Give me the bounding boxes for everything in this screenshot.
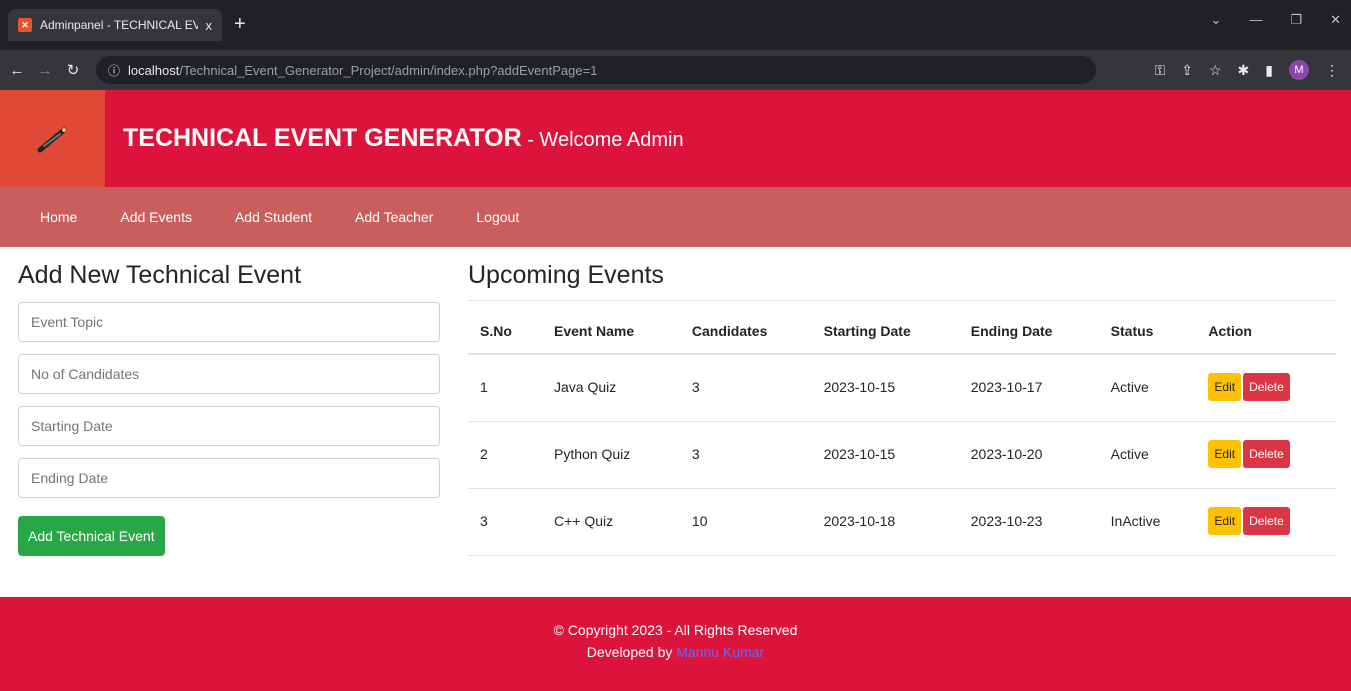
delete-button[interactable]: Delete [1243,440,1290,468]
site-header: TECHNICAL EVENT GENERATOR - Welcome Admi… [0,90,1351,187]
profile-avatar[interactable]: M [1289,60,1309,80]
add-event-form: Add New Technical Event Add Technical Ev… [18,261,440,556]
cell-candidates: 3 [679,354,812,422]
col-action: Action [1196,300,1336,355]
reload-icon[interactable]: ↻ [62,61,84,79]
nav-home[interactable]: Home [40,209,77,225]
nav-add-events[interactable]: Add Events [120,209,192,225]
logo-pen-icon [37,127,66,152]
main-nav: Home Add Events Add Student Add Teacher … [0,187,1351,247]
minimize-icon[interactable]: — [1249,12,1262,28]
footer-copyright: © Copyright 2023 - All Rights Reserved [553,622,798,638]
cell-sno: 2 [468,421,542,489]
share-icon[interactable]: ⇪ [1181,62,1193,79]
page: TECHNICAL EVENT GENERATOR - Welcome Admi… [0,90,1351,691]
cell-event-name: C++ Quiz [542,488,680,556]
site-title: TECHNICAL EVENT GENERATOR - Welcome Admi… [123,124,684,153]
url-path: /Technical_Event_Generator_Project/admin… [179,62,598,78]
add-event-button[interactable]: Add Technical Event [18,516,165,556]
table-header-row: S.No Event Name Candidates Starting Date… [468,300,1336,355]
cell-event-name: Python Quiz [542,421,680,489]
cell-status: InActive [1098,488,1197,556]
new-tab-icon[interactable]: + [234,14,246,34]
menu-kebab-icon[interactable]: ⋮ [1325,62,1339,79]
starting-date-input[interactable] [18,406,440,446]
address-bar[interactable]: ⓘ localhost/Technical_Event_Generator_Pr… [96,56,1096,84]
edit-button[interactable]: Edit [1208,373,1242,401]
edit-button[interactable]: Edit [1208,507,1242,535]
xampp-favicon-icon: ✕ [18,18,32,32]
browser-tab[interactable]: ✕ Adminpanel - TECHNICAL EVEN x [8,9,222,41]
key-icon[interactable]: ⚿ [1155,62,1166,79]
back-icon[interactable]: ← [6,62,28,79]
cell-starting-date: 2023-10-15 [811,421,959,489]
developed-by-label: Developed by [586,644,673,660]
cell-candidates: 10 [679,488,812,556]
tab-close-icon[interactable]: x [206,18,213,33]
cell-sno: 3 [468,488,542,556]
ending-date-input[interactable] [18,458,440,498]
delete-button[interactable]: Delete [1243,507,1290,535]
cell-starting-date: 2023-10-18 [811,488,959,556]
nav-add-student[interactable]: Add Student [235,209,312,225]
window-controls: ⌄ — ❐ ✕ [1211,12,1341,28]
site-subtitle: - Welcome Admin [521,129,684,151]
cell-status: Active [1098,421,1197,489]
browser-actions: ⚿ ⇪ ☆ ✱ ▮ M ⋮ [1155,60,1339,80]
events-heading: Upcoming Events [468,261,664,289]
col-event-name: Event Name [542,300,680,355]
cell-status: Active [1098,354,1197,422]
delete-button[interactable]: Delete [1243,373,1290,401]
browser-toolbar: ← → ↻ ⓘ localhost/Technical_Event_Genera… [0,50,1351,90]
cell-ending-date: 2023-10-23 [958,488,1099,556]
upcoming-events: Upcoming Events S.No Event Name Candidat… [468,261,1336,556]
nav-add-teacher[interactable]: Add Teacher [355,209,433,225]
cell-ending-date: 2023-10-20 [958,421,1099,489]
cell-event-name: Java Quiz [542,354,680,422]
cell-candidates: 3 [679,421,812,489]
cell-action: Edit Delete [1196,488,1336,556]
event-topic-input[interactable] [18,302,440,342]
side-panel-icon[interactable]: ▮ [1265,62,1273,79]
tab-search-icon[interactable]: ⌄ [1211,12,1222,28]
site-info-icon[interactable]: ⓘ [108,62,120,79]
forward-icon[interactable]: → [34,62,56,79]
form-heading: Add New Technical Event [18,261,302,289]
cell-action: Edit Delete [1196,421,1336,489]
events-table: S.No Event Name Candidates Starting Date… [468,300,1336,556]
col-ending-date: Ending Date [958,300,1099,355]
col-candidates: Candidates [679,300,812,355]
restore-icon[interactable]: ❐ [1290,12,1302,28]
site-footer: © Copyright 2023 - All Rights Reserved D… [0,597,1351,691]
site-title-text: TECHNICAL EVENT GENERATOR [123,124,522,152]
table-row: 3 C++ Quiz 10 2023-10-18 2023-10-23 InAc… [468,488,1336,556]
candidates-input[interactable] [18,354,440,394]
cell-ending-date: 2023-10-17 [958,354,1099,422]
table-row: 1 Java Quiz 3 2023-10-15 2023-10-17 Acti… [468,354,1336,422]
url-host: localhost [128,62,180,78]
cell-starting-date: 2023-10-15 [811,354,959,422]
bookmark-star-icon[interactable]: ☆ [1209,62,1222,79]
edit-button[interactable]: Edit [1208,440,1242,468]
tab-title: Adminpanel - TECHNICAL EVEN [40,18,198,32]
browser-tabbar: ✕ Adminpanel - TECHNICAL EVEN x + ⌄ — ❐ … [0,0,1351,50]
col-starting-date: Starting Date [811,300,959,355]
table-row: 2 Python Quiz 3 2023-10-15 2023-10-20 Ac… [468,421,1336,489]
close-window-icon[interactable]: ✕ [1330,12,1341,28]
col-sno: S.No [468,300,542,355]
main-content: Add New Technical Event Add Technical Ev… [0,247,1351,597]
col-status: Status [1098,300,1197,355]
extensions-icon[interactable]: ✱ [1238,62,1250,79]
nav-logout[interactable]: Logout [476,209,519,225]
developer-link[interactable]: Mannu Kumar [676,644,764,660]
site-logo [0,90,105,187]
cell-action: Edit Delete [1196,354,1336,422]
cell-sno: 1 [468,354,542,422]
footer-developer: Developed by Mannu Kumar [0,641,1351,663]
